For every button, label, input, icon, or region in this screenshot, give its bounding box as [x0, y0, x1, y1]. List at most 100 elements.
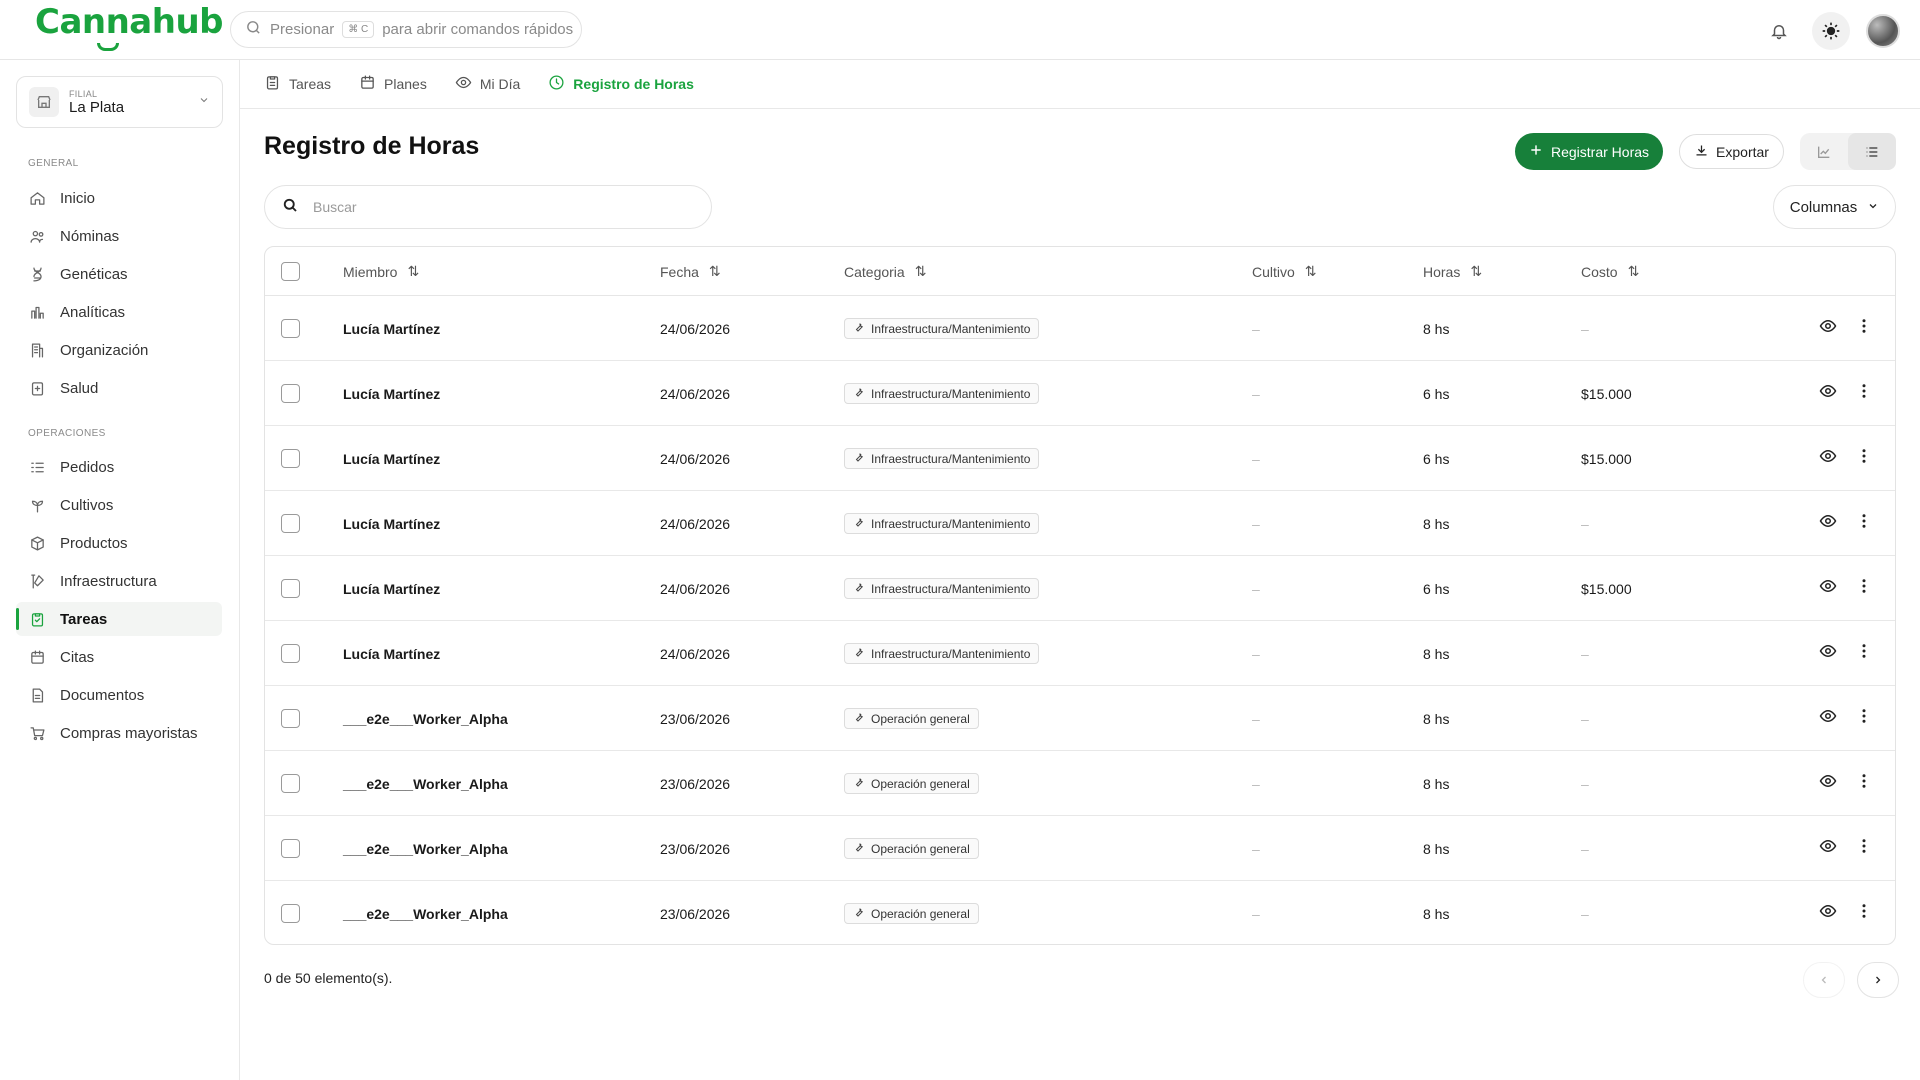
row-checkbox[interactable] — [281, 319, 300, 338]
table-row[interactable]: ___e2e___Worker_Alpha 23/06/2026 Operación… — [265, 751, 1895, 816]
chart-view-icon[interactable] — [1800, 133, 1848, 170]
list-ordered-icon — [28, 458, 46, 476]
more-options-icon[interactable] — [1855, 382, 1873, 405]
header-miembro[interactable]: Miembro ⇅ — [343, 247, 419, 296]
operations-section-label: OPERACIONES — [28, 428, 106, 439]
row-checkbox[interactable] — [281, 514, 300, 533]
theme-toggle-sun-icon[interactable] — [1812, 12, 1850, 50]
header-label: Costo — [1581, 263, 1618, 280]
table-row[interactable]: ___e2e___Worker_Alpha 23/06/2026 Operación… — [265, 881, 1895, 944]
sidebar-item-nominas[interactable]: Nóminas — [16, 219, 222, 253]
sort-icon: ⇅ — [1304, 263, 1317, 279]
sidebar-item-tareas[interactable]: Tareas — [16, 602, 222, 636]
list-view-icon[interactable] — [1848, 133, 1896, 170]
sidebar-item-citas[interactable]: Citas — [16, 640, 222, 674]
brand-logo[interactable]: Cannahub — [35, 2, 224, 51]
row-checkbox[interactable] — [281, 449, 300, 468]
search-input[interactable] — [313, 199, 683, 215]
view-eye-icon[interactable] — [1819, 902, 1837, 925]
tab-mi-dia[interactable]: Mi Día — [455, 74, 520, 94]
cell-crop: – — [1252, 645, 1260, 662]
view-eye-icon[interactable] — [1819, 512, 1837, 535]
columns-button[interactable]: Columnas — [1773, 185, 1896, 229]
prev-page-button[interactable] — [1803, 962, 1845, 998]
notifications-bell-icon[interactable] — [1762, 14, 1796, 48]
view-eye-icon[interactable] — [1819, 317, 1837, 340]
table-row[interactable]: Lucía Martínez 24/06/2026 Infraestructura/… — [265, 621, 1895, 686]
view-eye-icon[interactable] — [1819, 447, 1837, 470]
row-checkbox[interactable] — [281, 709, 300, 728]
row-checkbox[interactable] — [281, 904, 300, 923]
sidebar-item-compras-mayoristas[interactable]: Compras mayoristas — [16, 716, 222, 750]
cell-crop: – — [1252, 775, 1260, 792]
header-categoria[interactable]: Categoria ⇅ — [844, 247, 926, 296]
sidebar-item-geneticas[interactable]: Genéticas — [16, 257, 222, 291]
tab-label: Mi Día — [479, 76, 521, 92]
more-options-icon[interactable] — [1855, 902, 1873, 925]
view-eye-icon[interactable] — [1819, 707, 1837, 730]
row-checkbox[interactable] — [281, 839, 300, 858]
sidebar-item-documentos[interactable]: Documentos — [16, 678, 222, 712]
header-horas[interactable]: Horas ⇅ — [1423, 247, 1482, 296]
more-options-icon[interactable] — [1855, 707, 1873, 730]
row-checkbox[interactable] — [281, 644, 300, 663]
tab-registro-de-horas[interactable]: Registro de Horas — [548, 74, 694, 94]
more-options-icon[interactable] — [1855, 772, 1873, 795]
row-checkbox[interactable] — [281, 579, 300, 598]
header-label: Horas — [1423, 263, 1461, 280]
command-search-bar[interactable]: Presionar ⌘ C para abrir comandos rápido… — [230, 11, 582, 48]
sidebar-item-analiticas[interactable]: Analíticas — [16, 295, 222, 329]
tab-label: Registro de Horas — [573, 76, 694, 92]
header-cultivo[interactable]: Cultivo ⇅ — [1252, 247, 1317, 296]
pagination — [1803, 962, 1899, 998]
register-hours-label: Registrar Horas — [1550, 143, 1650, 160]
sidebar-item-pedidos[interactable]: Pedidos — [16, 450, 222, 484]
table-row[interactable]: Lucía Martínez 24/06/2026 Infraestructura/… — [265, 426, 1895, 491]
sidebar-item-salud[interactable]: Salud — [16, 371, 222, 405]
table-row[interactable]: Lucía Martínez 24/06/2026 Infraestructura/… — [265, 491, 1895, 556]
header-costo[interactable]: Costo ⇅ — [1581, 247, 1639, 296]
filial-selector[interactable]: FILIAL La Plata — [16, 76, 223, 128]
view-eye-icon[interactable] — [1819, 642, 1837, 665]
tab-tareas[interactable]: Tareas — [264, 74, 331, 94]
header-fecha[interactable]: Fecha ⇅ — [660, 247, 721, 296]
category-label: Infraestructura/Mantenimiento — [871, 386, 1031, 401]
sidebar-item-productos[interactable]: Productos — [16, 526, 222, 560]
category-badge: Infraestructura/Mantenimiento — [844, 318, 1040, 339]
more-options-icon[interactable] — [1855, 642, 1873, 665]
select-all-checkbox[interactable] — [281, 262, 300, 281]
export-button[interactable]: Exportar — [1679, 134, 1784, 169]
table-row[interactable]: Lucía Martínez 24/06/2026 Infraestructura/… — [265, 361, 1895, 426]
cell-crop: – — [1252, 710, 1260, 727]
row-checkbox[interactable] — [281, 384, 300, 403]
view-eye-icon[interactable] — [1819, 382, 1837, 405]
table-search[interactable] — [264, 185, 712, 229]
table-row[interactable]: ___e2e___Worker_Alpha 23/06/2026 Operación… — [265, 816, 1895, 881]
tab-planes[interactable]: Planes — [359, 74, 427, 94]
sidebar-item-inicio[interactable]: Inicio — [16, 181, 222, 215]
view-eye-icon[interactable] — [1819, 837, 1837, 860]
user-avatar[interactable] — [1866, 14, 1900, 48]
more-options-icon[interactable] — [1855, 447, 1873, 470]
table-row[interactable]: Lucía Martínez 24/06/2026 Infraestructura/… — [265, 296, 1895, 361]
table-row[interactable]: ___e2e___Worker_Alpha 23/06/2026 Operación… — [265, 686, 1895, 751]
filial-value: La Plata — [69, 98, 125, 116]
register-hours-button[interactable]: Registrar Horas — [1515, 133, 1663, 170]
table-row[interactable]: Lucía Martínez 24/06/2026 Infraestructura/… — [265, 556, 1895, 621]
more-options-icon[interactable] — [1855, 512, 1873, 535]
more-options-icon[interactable] — [1855, 317, 1873, 340]
more-options-icon[interactable] — [1855, 837, 1873, 860]
category-label: Infraestructura/Mantenimiento — [871, 581, 1031, 596]
download-icon — [1694, 143, 1709, 161]
next-page-button[interactable] — [1857, 962, 1899, 998]
cell-member: Lucía Martínez — [343, 645, 441, 662]
table-header: Miembro ⇅ Fecha ⇅ Categoria ⇅ Cultivo ⇅ Hora… — [265, 247, 1895, 296]
view-eye-icon[interactable] — [1819, 577, 1837, 600]
more-options-icon[interactable] — [1855, 577, 1873, 600]
sidebar-item-infraestructura[interactable]: Infraestructura — [16, 564, 222, 598]
wrench-icon — [853, 516, 865, 531]
view-eye-icon[interactable] — [1819, 772, 1837, 795]
row-checkbox[interactable] — [281, 774, 300, 793]
sidebar-item-organizacion[interactable]: Organización — [16, 333, 222, 367]
sidebar-item-cultivos[interactable]: Cultivos — [16, 488, 222, 522]
